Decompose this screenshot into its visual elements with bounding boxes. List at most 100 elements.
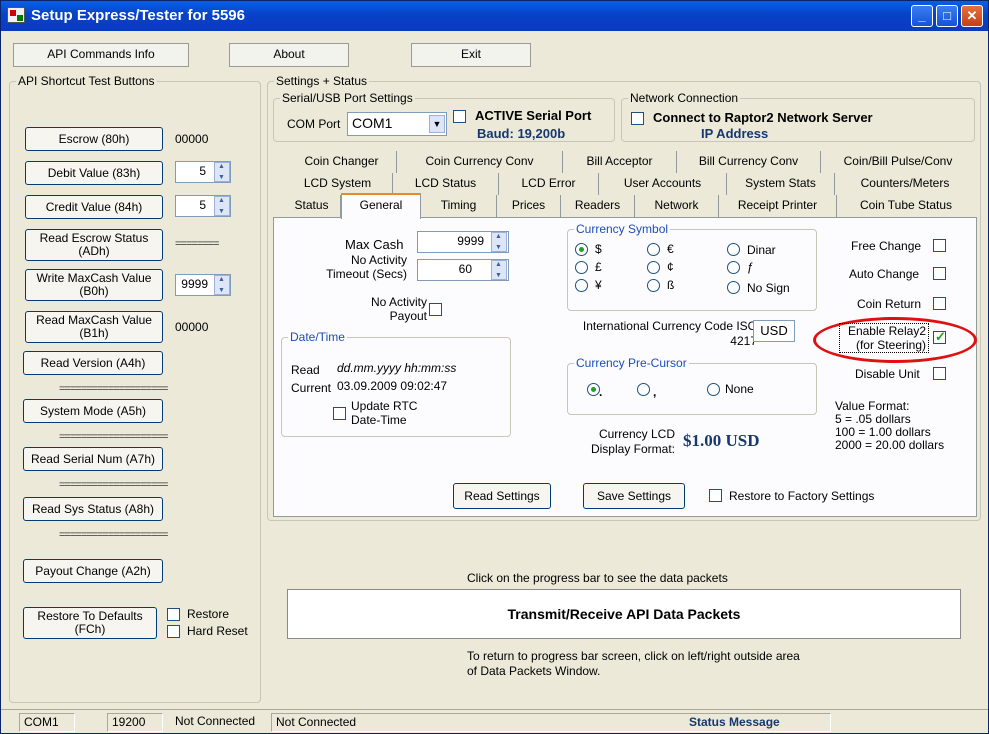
connect-raptor-checkbox[interactable] (631, 112, 644, 125)
precursor-none-label: None (725, 382, 754, 396)
separator-line: ==================== (59, 431, 168, 443)
precursor-none-radio[interactable] (707, 383, 720, 396)
update-rtc-label: Update RTC Date-Time (351, 399, 418, 427)
payout-change-button[interactable]: Payout Change (A2h) (23, 559, 163, 583)
escrow-button[interactable]: Escrow (80h) (25, 127, 163, 151)
tab-receipt-printer[interactable]: Receipt Printer (719, 195, 837, 217)
no-activity-timeout-label: No Activity Timeout (Secs) (326, 253, 407, 281)
currency-cent-radio[interactable] (647, 261, 660, 274)
currency-dinar-radio[interactable] (727, 243, 740, 256)
network-connection-title: Network Connection (628, 91, 741, 105)
serial-port-group-title: Serial/USB Port Settings (280, 91, 415, 105)
tab-general[interactable]: General (341, 193, 421, 219)
settings-status-title: Settings + Status (274, 74, 370, 88)
currency-no-sign-radio[interactable] (727, 281, 740, 294)
tab-bill-currency-conv[interactable]: Bill Currency Conv (677, 151, 821, 173)
tab-coin-currency-conv[interactable]: Coin Currency Conv (397, 151, 563, 173)
save-settings-button[interactable]: Save Settings (583, 483, 685, 509)
no-activity-payout-checkbox[interactable] (429, 303, 442, 316)
auto-change-label: Auto Change (849, 267, 920, 281)
currency-yen-radio[interactable] (575, 279, 588, 292)
tab-bill-acceptor[interactable]: Bill Acceptor (563, 151, 677, 173)
tab-system-stats[interactable]: System Stats (727, 173, 835, 195)
currency-yen-label: ¥ (595, 278, 602, 292)
api-shortcut-group-title: API Shortcut Test Buttons (16, 74, 157, 88)
currency-florin-label: ƒ (747, 260, 754, 274)
escrow-value: 00000 (175, 132, 209, 146)
status-port: COM1 (19, 713, 75, 732)
debit-spinner[interactable] (214, 162, 230, 182)
restore-factory-checkbox[interactable] (709, 489, 722, 502)
coin-return-label: Coin Return (857, 297, 922, 311)
currency-dollar-radio[interactable] (575, 243, 588, 256)
separator-line: ==================== (59, 383, 168, 395)
write-maxcash-button[interactable]: Write MaxCash Value (B0h) (25, 269, 163, 301)
tab-prices[interactable]: Prices (497, 195, 561, 217)
enable-relay-checkbox[interactable] (933, 329, 946, 345)
currency-cent-label: ¢ (667, 260, 674, 274)
lcd-display-format-label: Currency LCD Display Format: (590, 427, 675, 456)
restore-label: Restore (187, 607, 230, 621)
currency-symbol-group: Currency Symbol (567, 222, 817, 311)
close-button[interactable]: ✕ (961, 5, 983, 27)
minimize-button[interactable]: _ (911, 5, 933, 27)
read-settings-button[interactable]: Read Settings (453, 483, 551, 509)
read-sys-status-button[interactable]: Read Sys Status (A8h) (23, 497, 163, 521)
currency-no-sign-label: No Sign (747, 281, 790, 295)
separator-line: ==================== (59, 479, 168, 491)
chevron-down-icon[interactable]: ▼ (429, 115, 445, 133)
current-label: Current (291, 381, 332, 395)
update-rtc-checkbox[interactable] (333, 407, 346, 420)
debit-value-button[interactable]: Debit Value (83h) (25, 161, 163, 185)
maximize-button[interactable]: □ (936, 5, 958, 27)
read-maxcash-button[interactable]: Read MaxCash Value (B1h) (25, 311, 163, 343)
restore-defaults-button[interactable]: Restore To Defaults (FCh) (23, 607, 157, 639)
intl-currency-code-input[interactable]: USD (753, 320, 795, 342)
tab-status[interactable]: Status (283, 195, 341, 217)
about-button[interactable]: About (229, 43, 349, 67)
title-bar[interactable]: Setup Express/Tester for 5596 _ □ ✕ (1, 1, 988, 31)
coin-return-checkbox[interactable] (933, 297, 946, 310)
currency-pound-radio[interactable] (575, 261, 588, 274)
hard-reset-checkbox[interactable] (167, 625, 180, 638)
read-escrow-status-button[interactable]: Read Escrow Status (ADh) (25, 229, 163, 261)
system-mode-button[interactable]: System Mode (A5h) (23, 399, 163, 423)
tab-lcd-error[interactable]: LCD Error (499, 173, 599, 195)
baud-rate-label: Baud: 19,200b (477, 126, 566, 141)
tab-readers[interactable]: Readers (561, 195, 635, 217)
credit-spinner[interactable] (214, 196, 230, 216)
tab-coin-changer[interactable]: Coin Changer (287, 151, 397, 173)
active-serial-checkbox[interactable] (453, 110, 466, 123)
value-format-line-1: 5 = .05 dollars (835, 412, 911, 426)
data-packets-progress-bar[interactable]: Transmit/Receive API Data Packets (287, 589, 961, 639)
hard-reset-label: Hard Reset (187, 624, 248, 638)
restore-checkbox[interactable] (167, 608, 180, 621)
tab-counters-meters[interactable]: Counters/Meters (835, 173, 975, 195)
tab-coin-tube-status[interactable]: Coin Tube Status (837, 195, 975, 217)
write-maxcash-spinner[interactable] (214, 275, 230, 295)
tab-coin-bill-pulse-conv[interactable]: Coin/Bill Pulse/Conv (821, 151, 975, 173)
auto-change-checkbox[interactable] (933, 267, 946, 280)
max-cash-spinner[interactable] (491, 232, 507, 252)
currency-florin-radio[interactable] (727, 261, 740, 274)
exit-button[interactable]: Exit (411, 43, 531, 67)
credit-value-button[interactable]: Credit Value (84h) (25, 195, 163, 219)
currency-euro-radio[interactable] (647, 243, 660, 256)
read-serial-num-button[interactable]: Read Serial Num (A7h) (23, 447, 163, 471)
currency-eszett-radio[interactable] (647, 279, 660, 292)
disable-unit-checkbox[interactable] (933, 367, 946, 380)
timeout-spinner[interactable] (491, 260, 507, 280)
tab-network[interactable]: Network (635, 195, 719, 217)
tab-timing[interactable]: Timing (421, 195, 497, 217)
free-change-checkbox[interactable] (933, 239, 946, 252)
tab-lcd-status[interactable]: LCD Status (393, 173, 499, 195)
tab-user-accounts[interactable]: User Accounts (599, 173, 727, 195)
precursor-comma-radio[interactable] (637, 383, 650, 396)
read-version-button[interactable]: Read Version (A4h) (23, 351, 163, 375)
api-commands-info-button[interactable]: API Commands Info (13, 43, 189, 67)
intl-currency-code-label: International Currency Code ISO 4217 (582, 319, 757, 348)
value-format-line-2: 100 = 1.00 dollars (835, 425, 931, 439)
disable-unit-label: Disable Unit (855, 367, 920, 381)
tab-lcd-system[interactable]: LCD System (283, 173, 393, 195)
currency-dollar-label: $ (595, 242, 602, 256)
